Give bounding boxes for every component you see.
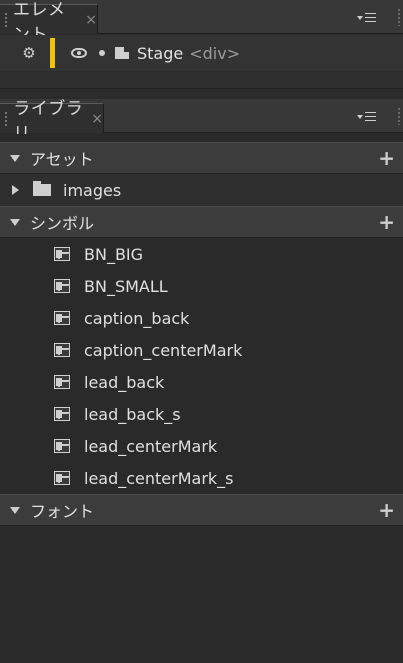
stage-element-icon (115, 47, 129, 59)
section-symbols[interactable]: シンボル + (0, 206, 403, 238)
chevron-down-icon[interactable] (10, 218, 20, 226)
lock-dot-icon[interactable] (99, 50, 105, 56)
panel-menu-icon[interactable] (357, 110, 379, 124)
section-label: アセット (30, 150, 94, 169)
symbol-icon (54, 279, 70, 293)
symbol-icon (54, 311, 70, 325)
symbol-item[interactable]: caption_back (0, 302, 403, 334)
library-empty-area (0, 526, 403, 663)
library-list: アセット + images シンボル + BN_BIG BN_SMALL cap… (0, 134, 403, 663)
add-font-button[interactable]: + (378, 499, 395, 521)
symbol-icon (54, 471, 70, 485)
folder-item[interactable]: images (0, 174, 403, 206)
tab-elements[interactable]: エレメント × (0, 0, 98, 45)
tab-grip-icon[interactable] (4, 11, 8, 28)
symbol-label: lead_centerMark (84, 436, 218, 456)
symbol-label: lead_centerMark_s (84, 468, 234, 488)
section-assets[interactable]: アセット + (0, 142, 403, 174)
symbol-item[interactable]: caption_centerMark (0, 334, 403, 366)
symbol-item[interactable]: BN_SMALL (0, 270, 403, 302)
panel-edge-grip-icon[interactable] (397, 8, 401, 26)
eye-icon[interactable] (71, 48, 87, 58)
symbol-item[interactable]: lead_centerMark (0, 430, 403, 462)
symbol-label: caption_centerMark (84, 340, 243, 360)
tab-close-icon[interactable]: × (91, 111, 103, 127)
symbol-label: caption_back (84, 308, 190, 328)
symbol-item[interactable]: lead_back_s (0, 398, 403, 430)
symbol-icon (54, 439, 70, 453)
element-tag: <div> (189, 43, 241, 63)
library-tabstrip: ライブラリ × (0, 99, 403, 144)
tab-library[interactable]: ライブラリ × (0, 99, 104, 144)
symbol-item[interactable]: BN_BIG (0, 238, 403, 270)
symbol-icon (54, 343, 70, 357)
elements-tabstrip: エレメント × (0, 0, 403, 45)
section-label: シンボル (30, 214, 95, 233)
symbol-label: BN_BIG (84, 244, 144, 264)
symbol-label: lead_back (84, 372, 165, 392)
folder-label: images (63, 180, 122, 200)
symbol-icon (54, 375, 70, 389)
chevron-right-icon[interactable] (12, 185, 19, 195)
section-fonts[interactable]: フォント + (0, 494, 403, 526)
chevron-down-icon[interactable] (10, 506, 20, 514)
element-name: Stage (137, 43, 184, 63)
app-root: エレメント × ⚙ Stage <div> ライブラリ × アセット + (0, 0, 403, 663)
chevron-down-icon[interactable] (10, 154, 20, 162)
symbol-icon (54, 407, 70, 421)
tab-close-icon[interactable]: × (85, 12, 97, 28)
element-row-stage[interactable]: ⚙ Stage <div> (0, 35, 403, 71)
symbol-label: BN_SMALL (84, 276, 168, 296)
gear-icon[interactable]: ⚙ (20, 44, 38, 62)
folder-icon (33, 181, 51, 196)
elements-empty-area (0, 71, 403, 89)
section-label: フォント (30, 502, 95, 521)
symbol-label: lead_back_s (84, 404, 181, 424)
add-asset-button[interactable]: + (378, 147, 395, 169)
tab-grip-icon[interactable] (4, 110, 8, 127)
panel-menu-icon[interactable] (357, 11, 379, 25)
symbol-icon (54, 247, 70, 261)
add-symbol-button[interactable]: + (378, 211, 395, 233)
selection-indicator (50, 38, 55, 68)
symbol-item[interactable]: lead_back (0, 366, 403, 398)
symbol-item[interactable]: lead_centerMark_s (0, 462, 403, 494)
panel-edge-grip-icon[interactable] (397, 107, 401, 125)
